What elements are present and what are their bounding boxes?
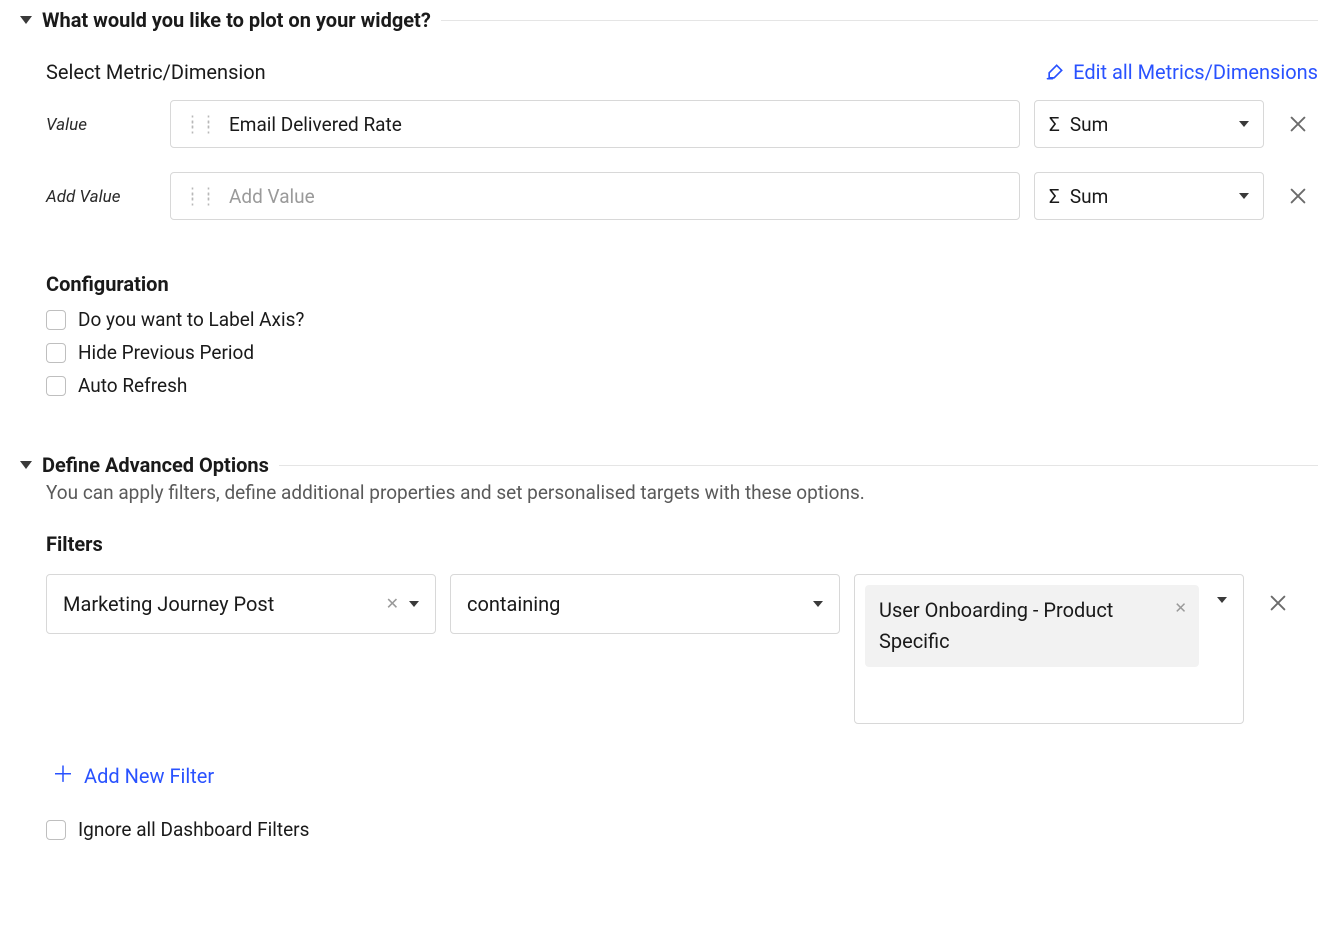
filter-row: Marketing Journey Post ✕ containing User… [46,574,1318,724]
aggregation-value: Sum [1070,185,1108,208]
metric-value-field[interactable]: ⋮⋮⋮⋮ Add Value [170,172,1020,220]
checkbox[interactable] [46,343,66,363]
divider [279,465,1318,466]
edit-icon [1045,62,1065,82]
config-option-auto-refresh[interactable]: Auto Refresh [46,374,1318,397]
chevron-down-icon [409,601,419,607]
aggregation-value: Sum [1070,113,1108,136]
drag-handle-icon[interactable]: ⋮⋮⋮⋮ [185,190,217,202]
config-option-text: Auto Refresh [78,374,187,397]
select-metric-label: Select Metric/Dimension [46,60,266,84]
drag-handle-icon[interactable]: ⋮⋮⋮⋮ [185,118,217,130]
edit-metrics-link[interactable]: Edit all Metrics/Dimensions [1045,60,1318,84]
clear-icon[interactable]: ✕ [386,596,399,612]
caret-down-icon [20,16,32,24]
add-filter-text: Add New Filter [84,764,214,788]
section-advanced-subtitle: You can apply filters, define additional… [46,481,1318,504]
filter-field-value: Marketing Journey Post [63,592,274,616]
metric-value-field[interactable]: ⋮⋮⋮⋮ Email Delivered Rate [170,100,1020,148]
checkbox[interactable] [46,820,66,840]
chevron-down-icon [1239,193,1249,199]
checkbox[interactable] [46,310,66,330]
config-option-hide-previous[interactable]: Hide Previous Period [46,341,1318,364]
sigma-icon: Σ [1049,113,1060,136]
filter-operator-select[interactable]: containing [450,574,840,634]
chevron-down-icon [1217,597,1227,603]
config-option-text: Do you want to Label Axis? [78,308,304,331]
caret-down-icon [20,461,32,469]
plus-icon: ＋ [52,765,74,787]
chevron-down-icon [813,601,823,607]
section-advanced-title: Define Advanced Options [42,453,269,477]
filters-title: Filters [46,532,1318,556]
aggregation-select[interactable]: Σ Sum [1034,172,1264,220]
metric-value-text: Email Delivered Rate [229,113,402,136]
chevron-down-icon [1239,121,1249,127]
section-plot-header[interactable]: What would you like to plot on your widg… [20,8,1318,32]
metric-side-label: Add Value [46,185,156,207]
filter-field-select[interactable]: Marketing Journey Post ✕ [46,574,436,634]
config-option-text: Hide Previous Period [78,341,254,364]
config-option-label-axis[interactable]: Do you want to Label Axis? [46,308,1318,331]
sigma-icon: Σ [1049,185,1060,208]
edit-metrics-text: Edit all Metrics/Dimensions [1073,60,1318,84]
metric-side-label: Value [46,113,156,135]
filter-value-tag: User Onboarding - Product Specific ✕ [865,585,1199,667]
ignore-filters-text: Ignore all Dashboard Filters [78,818,309,841]
add-filter-button[interactable]: ＋ Add New Filter [46,764,214,788]
remove-metric-button[interactable] [1278,185,1318,207]
ignore-dashboard-filters[interactable]: Ignore all Dashboard Filters [46,818,1318,841]
aggregation-select[interactable]: Σ Sum [1034,100,1264,148]
metric-row: Add Value ⋮⋮⋮⋮ Add Value Σ Sum [46,172,1318,220]
filter-operator-value: containing [467,592,560,616]
divider [441,20,1318,21]
metric-row: Value ⋮⋮⋮⋮ Email Delivered Rate Σ Sum [46,100,1318,148]
configuration-title: Configuration [46,272,1318,296]
filter-value-multiselect[interactable]: User Onboarding - Product Specific ✕ [854,574,1244,724]
remove-filter-button[interactable] [1258,574,1298,614]
filter-value-text: User Onboarding - Product Specific [879,598,1113,653]
remove-tag-icon[interactable]: ✕ [1174,597,1187,620]
checkbox[interactable] [46,376,66,396]
section-advanced-header[interactable]: Define Advanced Options [20,453,1318,477]
metric-value-placeholder: Add Value [229,185,315,208]
remove-metric-button[interactable] [1278,113,1318,135]
section-plot-title: What would you like to plot on your widg… [42,8,431,32]
